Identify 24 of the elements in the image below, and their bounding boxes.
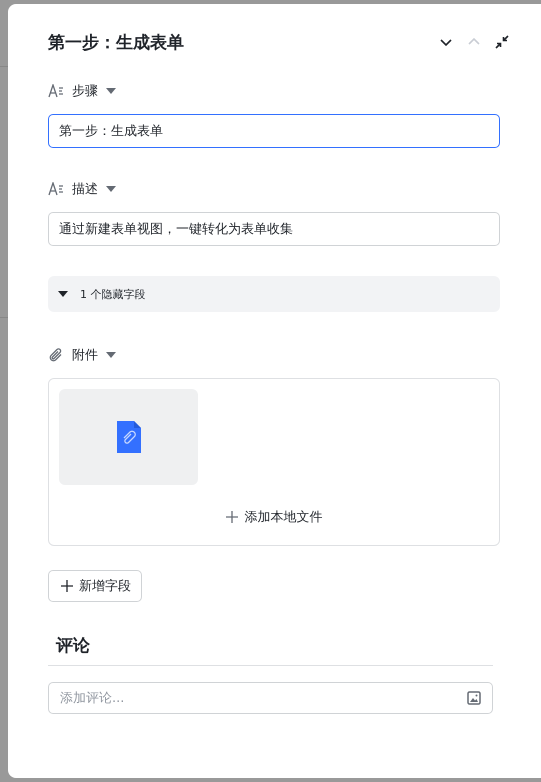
caret-icon[interactable] bbox=[106, 88, 116, 94]
panel-title: 第一步：生成表单 bbox=[48, 32, 184, 54]
add-field-button[interactable]: 新增字段 bbox=[48, 570, 142, 602]
caret-icon[interactable] bbox=[106, 352, 116, 358]
text-field[interactable]: 通过新建表单视图，一键转化为表单收集 bbox=[48, 212, 500, 246]
field-label: 步骤 bbox=[72, 83, 98, 100]
text-field-icon bbox=[48, 84, 64, 98]
comments-heading: 评论 bbox=[48, 634, 493, 666]
field-label: 附件 bbox=[72, 347, 98, 364]
image-icon[interactable] bbox=[467, 691, 481, 705]
collapse-icon bbox=[495, 35, 509, 49]
text-field-icon bbox=[48, 182, 64, 196]
add-local-file-button[interactable]: 添加本地文件 bbox=[220, 507, 328, 527]
paperclip-icon bbox=[48, 347, 64, 363]
hidden-fields-toggle[interactable]: 1 个隐藏字段 bbox=[48, 276, 500, 312]
file-thumbnail[interactable] bbox=[59, 389, 198, 485]
plus-icon bbox=[61, 580, 73, 592]
comment-input[interactable]: 添加评论... bbox=[48, 682, 493, 714]
text-field[interactable]: 第一步：生成表单 bbox=[48, 114, 500, 148]
attachment-file-icon bbox=[116, 421, 140, 453]
caret-icon[interactable] bbox=[106, 186, 116, 192]
field-label: 描述 bbox=[72, 181, 98, 198]
caret-icon bbox=[58, 290, 68, 298]
plus-icon bbox=[226, 511, 238, 523]
